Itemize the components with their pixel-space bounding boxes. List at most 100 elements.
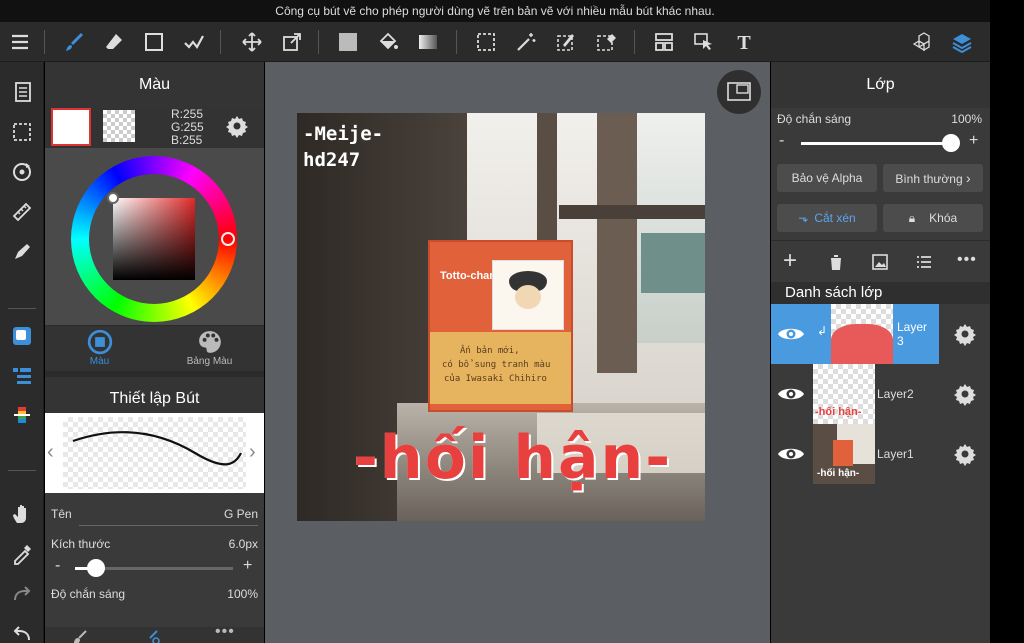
layer-image-icon[interactable] [871,253,889,271]
secondary-color-swatch[interactable] [103,110,135,142]
band-text-2: có bổ sung tranh màu [442,360,551,370]
brush-opacity-label: Độ chắn sáng [51,587,126,601]
eye-icon[interactable] [777,444,805,464]
top-toolbar: T [0,22,990,62]
pages-icon[interactable] [6,76,38,108]
layer-item[interactable]: -hối hận- Layer1 [771,424,990,484]
select-arrow-icon[interactable] [688,26,720,58]
brush-prev-arrow-icon[interactable]: ‹ [47,441,54,464]
sv-handle[interactable] [107,192,119,204]
pen-color-icon[interactable] [6,236,38,268]
eyedropper-icon[interactable] [6,538,38,570]
tab-palette[interactable]: Bảng Màu [155,326,264,372]
layer-item[interactable]: ↲ Layer 3 [771,304,990,364]
lock-icon: 🔒︎ [908,211,916,225]
layer-opacity-value: 100% [951,112,982,126]
color-panel-title: Màu [45,62,264,108]
layer-thumbnail: -hối hận- [813,424,875,484]
delete-layer-icon[interactable] [827,253,845,271]
brush-more-icon[interactable]: ••• [215,623,235,641]
fullscreen-toggle-icon[interactable] [717,70,761,114]
layer-more-icon[interactable]: ••• [957,251,977,269]
artwork-canvas[interactable]: Totto-chan Ấn bản mới, có bổ sung tranh … [297,113,705,521]
brush-settings-icon[interactable] [145,629,161,643]
layer-actions: + ••• [771,240,990,282]
layer-opacity-plus[interactable]: + [969,132,978,150]
transform-icon[interactable] [276,26,308,58]
color-swatch-icon[interactable] [6,320,38,352]
layer-list-icon[interactable] [6,360,38,392]
brush-name-value: G Pen [223,507,258,521]
size-minus-button[interactable]: - [55,557,60,575]
layer-opacity-handle[interactable] [942,134,960,152]
rotate-icon[interactable] [6,156,38,188]
size-slider-handle[interactable] [87,559,105,577]
right-edge-strip [990,0,1024,643]
layer-opacity-row: Độ chắn sáng 100% - + [771,108,990,160]
color-settings-gear-icon[interactable] [225,114,249,138]
layout-icon[interactable] [648,26,680,58]
undo-icon[interactable] [6,618,38,643]
alpha-protect-button[interactable]: Bảo vệ Alpha [777,164,877,192]
redo-icon[interactable] [6,578,38,610]
magic-wand-icon[interactable] [510,26,542,58]
move-icon[interactable] [236,26,268,58]
layer-name: Layer 3 [897,320,928,348]
eraser-icon[interactable] [98,26,130,58]
clipping-button[interactable]: ⬎ Cắt xén [777,204,877,232]
left-toolbar [0,62,44,643]
clip-indicator-icon: ↲ [817,324,828,338]
toolbar-divider [44,30,45,54]
ruler-icon[interactable] [6,196,38,228]
primary-color-swatch[interactable] [51,108,91,146]
gradient-icon[interactable] [412,26,444,58]
color-tabs: Màu Bảng Màu [45,325,264,371]
svg-text:T: T [737,32,751,53]
eye-icon[interactable] [777,324,805,344]
layer-settings-gear-icon[interactable] [953,382,977,406]
smudge-icon[interactable] [178,26,210,58]
layer-settings-gear-icon[interactable] [953,442,977,466]
tab-color[interactable]: Màu [45,326,154,372]
select-rect-icon[interactable] [470,26,502,58]
layer-thumbnail [831,304,893,364]
3d-icon[interactable] [908,26,940,58]
rectangle-icon[interactable] [138,26,170,58]
brush-next-arrow-icon[interactable]: › [249,441,256,464]
layer-mode-row: Bảo vệ Alpha Bình thường › [771,160,990,200]
fill-color-icon[interactable] [332,26,364,58]
palette-bar-icon[interactable] [6,400,38,432]
color-swatches: R:255 G:255 B:255 [45,108,264,148]
layer-panel-title: Lớp [771,62,990,108]
layer-list: ↲ Layer 3 -hối hận- Layer2 -hối hận- Lay… [771,304,990,494]
brush-opacity-row: Độ chắn sáng 100% [45,585,264,609]
text-icon[interactable]: T [728,26,760,58]
hand-icon[interactable] [6,498,38,530]
lock-button[interactable]: 🔒︎ Khóa [883,204,983,232]
blend-mode-label: Bình thường [895,172,963,186]
blend-mode-button[interactable]: Bình thường › [883,164,983,192]
layer-list-view-icon[interactable] [915,253,933,271]
layer-opacity-minus[interactable]: - [779,132,784,150]
select-pen-icon[interactable] [550,26,582,58]
hue-handle[interactable] [221,232,235,246]
layers-icon[interactable] [946,26,978,58]
selection-icon[interactable] [6,116,38,148]
saturation-value-square[interactable] [113,198,195,280]
canvas-area[interactable]: Totto-chan Ấn bản mới, có bổ sung tranh … [265,62,770,643]
brush-icon[interactable] [58,26,90,58]
toolbar-divider [634,30,635,54]
eye-icon[interactable] [777,384,805,404]
bucket-icon[interactable] [372,26,404,58]
layer-item[interactable]: -hối hận- Layer2 [771,364,990,424]
layer-list-title: Danh sách lớp [771,282,990,304]
menu-icon[interactable] [4,26,36,58]
brush-tool-icon[interactable] [73,629,89,643]
layer-settings-gear-icon[interactable] [953,322,977,346]
book-band: Ấn bản mới, có bổ sung tranh màu của Iwa… [430,332,571,404]
brush-opacity-value: 100% [227,587,258,601]
add-layer-icon[interactable]: + [783,247,797,275]
select-eraser-icon[interactable] [590,26,622,58]
brush-name-row[interactable]: Tên G Pen [45,493,264,533]
size-plus-button[interactable]: + [243,557,252,575]
